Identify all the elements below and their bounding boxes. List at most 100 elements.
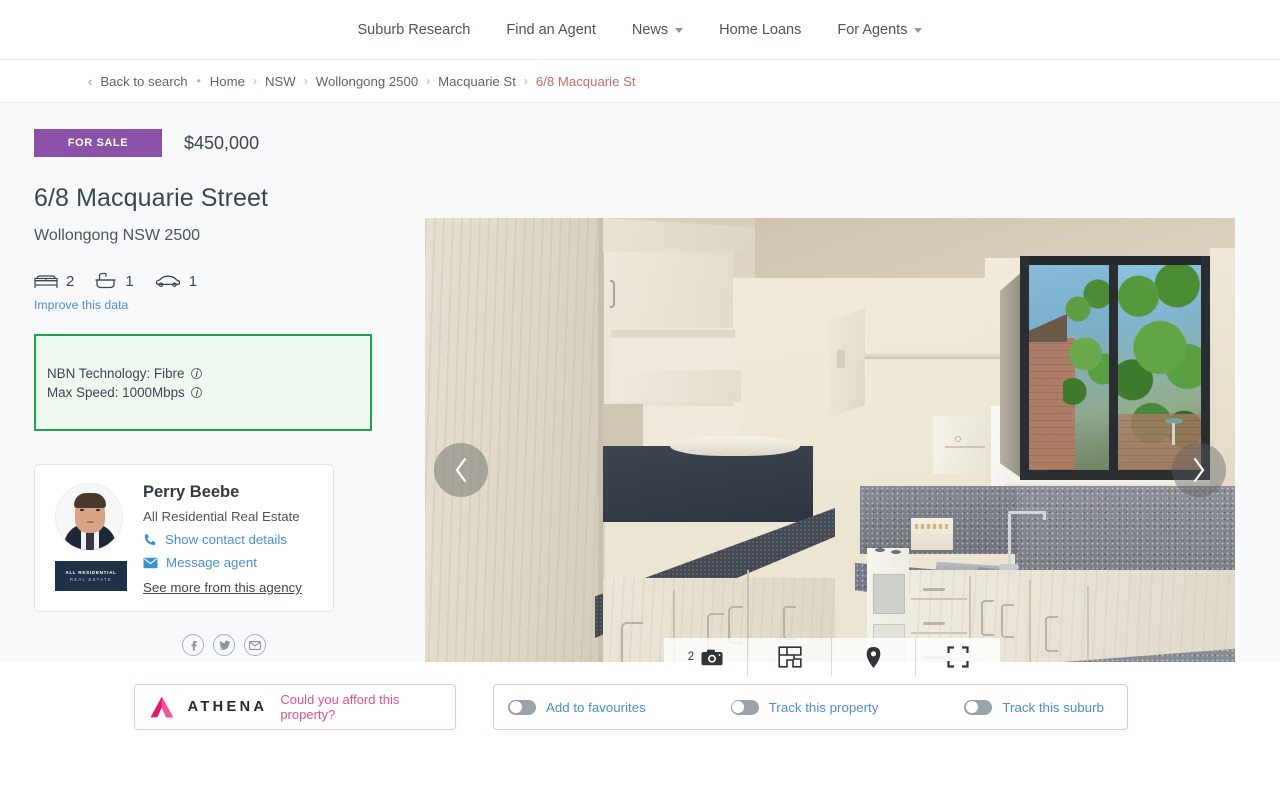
nbn-technology-text: NBN Technology: Fibre (47, 365, 185, 381)
map-button[interactable] (832, 638, 916, 676)
agent-agency-name: All Residential Real Estate (143, 509, 300, 524)
nav-item-suburb-research[interactable]: Suburb Research (340, 22, 489, 38)
nav-item-for-agents[interactable]: For Agents (819, 22, 940, 38)
back-chevron-icon: ‹ (88, 73, 93, 89)
athena-question-label: Could you afford this property? (280, 692, 400, 722)
twitter-icon (218, 640, 230, 650)
agent-name: Perry Beebe (143, 483, 240, 501)
bottom-action-bar: ATHENA Could you afford this property? A… (0, 662, 1280, 800)
property-photo[interactable]: 2 (425, 218, 1235, 722)
fullscreen-button[interactable] (916, 638, 1000, 676)
breadcrumb-item-wollongong[interactable]: Wollongong 2500 (316, 74, 418, 89)
message-agent-link[interactable]: Message agent (143, 555, 302, 570)
bed-icon (34, 275, 58, 288)
top-navigation: Suburb Research Find an Agent News Home … (0, 0, 1280, 60)
nav-item-home-loans[interactable]: Home Loans (701, 22, 819, 38)
breadcrumb-dot: • (196, 74, 201, 88)
email-share-button[interactable] (244, 634, 266, 656)
nav-label: For Agents (837, 21, 908, 38)
link-label: Show contact details (165, 532, 287, 547)
breadcrumb-item-macquarie-st[interactable]: Macquarie St (438, 74, 516, 89)
feature-carspaces: 1 (155, 273, 197, 290)
breadcrumb-separator: › (252, 74, 257, 88)
chevron-down-icon (914, 28, 923, 33)
photo-count-label: 2 (687, 651, 695, 663)
chevron-left-icon (455, 457, 467, 483)
listing-summary-column: FOR SALE $450,000 6/8 Macquarie Street W… (34, 103, 404, 656)
track-this-property-toggle[interactable]: Track this property (730, 699, 879, 715)
info-icon[interactable]: i (191, 367, 203, 379)
toggle-switch[interactable] (730, 699, 759, 715)
toggle-switch[interactable] (964, 699, 993, 715)
track-this-suburb-toggle[interactable]: Track this suburb (964, 699, 1104, 715)
feature-bedrooms: 2 (34, 273, 74, 290)
breadcrumb-separator: › (426, 74, 431, 88)
gallery-next-button[interactable] (1172, 443, 1226, 497)
improve-this-data-link[interactable]: Improve this data (34, 298, 128, 312)
link-label: Message agent (166, 555, 257, 570)
listing-price: $450,000 (184, 132, 260, 153)
camera-icon (701, 649, 723, 665)
facebook-share-button[interactable] (182, 634, 204, 656)
page-title: 6/8 Macquarie Street (34, 184, 269, 212)
email-icon (249, 640, 261, 650)
breadcrumb-separator: › (303, 74, 308, 88)
phone-icon (144, 533, 156, 545)
toggle-label: Track this suburb (1002, 699, 1104, 715)
chevron-down-icon (675, 28, 684, 33)
nav-item-news[interactable]: News (614, 22, 701, 38)
toggle-label: Add to favourites (546, 699, 646, 715)
property-features: 2 1 1 (34, 272, 404, 290)
breadcrumb-item-home[interactable]: Home (210, 74, 245, 89)
nbn-speed-line: Max Speed: 1000Mbps i (47, 383, 370, 402)
agent-details: Perry Beebe All Residential Real Estate … (130, 483, 302, 611)
agency-logo: ALL RESIDENTIAL REAL ESTATE (55, 561, 127, 591)
toggle-switch[interactable] (508, 699, 536, 715)
agency-logo-line1: ALL RESIDENTIAL (65, 570, 117, 575)
breadcrumb-item-nsw[interactable]: NSW (265, 74, 296, 89)
gallery-prev-button[interactable] (434, 443, 488, 497)
feature-value: 2 (66, 272, 75, 290)
twitter-share-button[interactable] (213, 634, 235, 656)
photo-count-button[interactable]: 2 (664, 638, 748, 676)
floorplan-button[interactable] (748, 638, 832, 676)
breadcrumb: ‹ Back to search • Home › NSW › Wollongo… (0, 60, 1280, 103)
breadcrumb-separator: › (523, 74, 528, 88)
tracking-panel: Add to favourites Track this property Tr… (493, 684, 1128, 730)
gallery-toolbar: 2 (664, 638, 1000, 676)
nav-item-find-an-agent[interactable]: Find an Agent (488, 22, 614, 38)
breadcrumb-back-to-search[interactable]: Back to search (100, 74, 187, 89)
agency-logo-line2: REAL ESTATE (70, 577, 112, 582)
social-share-row (34, 634, 404, 656)
feature-value: 1 (188, 272, 198, 290)
avatar (55, 483, 123, 551)
see-more-agency-link[interactable]: See more from this agency (143, 580, 302, 595)
feature-bathrooms: 1 (95, 272, 134, 290)
nav-label: Find an Agent (506, 21, 596, 38)
nbn-technology-line: NBN Technology: Fibre i (47, 364, 370, 383)
feature-value: 1 (125, 272, 134, 290)
agent-media: ALL RESIDENTIAL REAL ESTATE (55, 483, 130, 611)
nbn-info-box: NBN Technology: Fibre i Max Speed: 1000M… (34, 334, 372, 431)
facebook-icon (191, 640, 197, 650)
bath-icon (95, 272, 116, 289)
info-icon[interactable]: i (191, 386, 203, 398)
add-to-favourites-toggle[interactable]: Add to favourites (508, 699, 646, 715)
toggle-label: Track this property (768, 699, 879, 715)
status-badge: FOR SALE (34, 129, 162, 157)
listing-detail-area: FOR SALE $450,000 6/8 Macquarie Street W… (0, 103, 1280, 722)
nav-label: News (631, 21, 669, 38)
fullscreen-icon (947, 646, 969, 668)
athena-affordability-banner[interactable]: ATHENA Could you afford this property? (134, 684, 456, 730)
athena-logo-icon (150, 696, 174, 718)
chevron-right-icon (1193, 457, 1205, 483)
breadcrumb-item-current: 6/8 Macquarie St (535, 73, 636, 89)
nbn-speed-text: Max Speed: 1000Mbps (47, 384, 185, 400)
listing-suburb: Wollongong NSW 2500 (34, 227, 201, 244)
map-pin-icon (866, 646, 881, 668)
show-contact-details-link[interactable]: Show contact details (143, 532, 302, 547)
status-price-row: FOR SALE $450,000 (34, 129, 404, 157)
agent-card: ALL RESIDENTIAL REAL ESTATE Perry Beebe … (34, 464, 334, 612)
envelope-icon (143, 557, 158, 568)
nav-label: Suburb Research (357, 21, 471, 38)
